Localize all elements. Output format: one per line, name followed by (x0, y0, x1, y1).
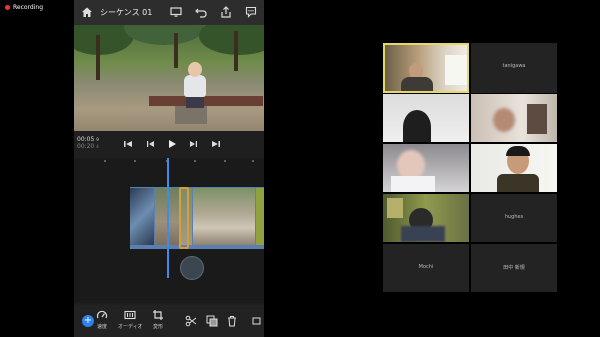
audio-tool[interactable]: オーディオ (118, 309, 143, 330)
undo-icon[interactable] (195, 6, 207, 18)
participant-tile[interactable] (383, 43, 469, 93)
participant-name: 田中 新規 (503, 265, 525, 271)
recording-label: Recording (13, 4, 44, 11)
timeline-ruler (74, 158, 264, 166)
editor-toolbar: シーケンス 01 (74, 0, 264, 25)
participant-tile[interactable] (471, 144, 557, 192)
participant-tile[interactable] (383, 194, 469, 242)
participant-body (401, 77, 433, 91)
scrub-knob[interactable] (180, 256, 204, 280)
clip-thumbnail[interactable] (193, 188, 255, 245)
transform-icon (153, 310, 163, 320)
child-figure (184, 75, 206, 97)
video-clip-track[interactable] (130, 187, 264, 249)
play-icon[interactable] (166, 138, 178, 150)
recording-indicator: Recording (5, 4, 43, 11)
more-tools-icon[interactable] (252, 315, 264, 327)
speed-tool[interactable]: 速度 (96, 309, 108, 330)
comment-icon[interactable] (245, 6, 257, 18)
participant-body (497, 174, 539, 192)
participant-body (401, 226, 445, 242)
participant-grid: tanigawa hughes Mochi 田中 新規 (383, 43, 557, 293)
participant-body (391, 176, 435, 192)
bench (149, 96, 263, 106)
participant-tile[interactable]: Mochi (383, 244, 469, 292)
current-frame: 9 (96, 137, 99, 142)
timecode: 00:05 9 00:20 4 (77, 136, 99, 150)
duplicate-icon[interactable] (206, 315, 218, 327)
participant-tile[interactable]: tanigawa (471, 43, 557, 93)
participant-tile[interactable] (383, 144, 469, 192)
background-door (445, 55, 467, 85)
editor-bottom-toolbar: + 速度 オーディオ 変形 (74, 305, 264, 337)
total-time: 00:20 (77, 143, 95, 150)
video-preview[interactable] (74, 25, 264, 131)
background-object (527, 104, 547, 134)
selected-clip-handle[interactable] (179, 187, 189, 249)
bench-base (175, 106, 207, 124)
speed-tool-label: 速度 (96, 324, 107, 330)
current-time: 00:05 (77, 136, 95, 143)
scissors-icon[interactable] (185, 315, 197, 327)
audio-icon (124, 310, 136, 320)
playhead[interactable] (167, 158, 169, 278)
child-figure-legs (186, 96, 204, 108)
participant-tile[interactable]: 田中 新規 (471, 244, 557, 292)
participant-face (493, 108, 515, 132)
audio-tool-label: オーディオ (118, 324, 143, 330)
participant-hair (403, 110, 431, 142)
home-icon[interactable] (81, 6, 93, 18)
background-shelf (387, 198, 403, 218)
step-forward-icon[interactable] (188, 138, 200, 150)
video-editor-panel: シーケンス 01 00:05 9 00:20 4 + 速度 オーディオ 変形 (74, 0, 264, 337)
trash-icon[interactable] (226, 315, 238, 327)
participant-tile[interactable] (471, 94, 557, 142)
recording-dot-icon (5, 5, 10, 10)
participant-tile[interactable]: hughes (471, 194, 557, 242)
participant-tile[interactable] (383, 94, 469, 142)
child-figure-head (188, 62, 202, 77)
skip-to-start-icon[interactable] (122, 138, 134, 150)
clip-thumbnail[interactable] (256, 188, 264, 245)
skip-to-end-icon[interactable] (210, 138, 222, 150)
transform-tool-label: 変形 (152, 324, 163, 330)
total-frame: 4 (96, 144, 99, 149)
participant-hair (506, 146, 530, 156)
sequence-title[interactable]: シーケンス 01 (100, 7, 152, 18)
clip-thumbnail[interactable] (130, 188, 154, 245)
speed-icon (96, 310, 108, 319)
add-media-button[interactable]: + (82, 315, 94, 327)
transform-tool[interactable]: 変形 (152, 309, 164, 330)
display-icon[interactable] (170, 6, 182, 18)
participant-name: tanigawa (502, 63, 526, 69)
participant-name: hughes (504, 214, 524, 220)
share-icon[interactable] (220, 6, 232, 18)
playback-controls (122, 138, 222, 150)
step-back-icon[interactable] (144, 138, 156, 150)
participant-name: Mochi (418, 264, 434, 270)
